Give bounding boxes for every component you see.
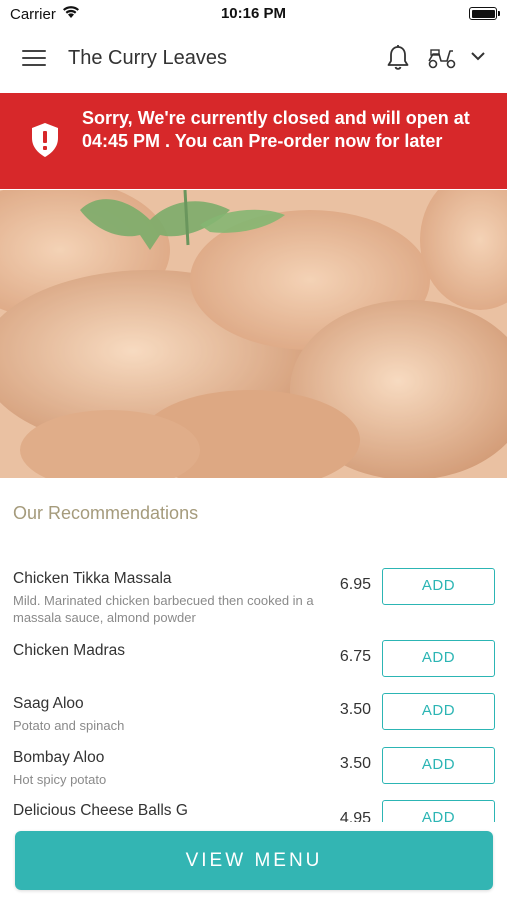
chevron-down-icon[interactable] bbox=[470, 50, 486, 62]
item-name: Bombay Aloo bbox=[13, 749, 105, 766]
item-description: Mild. Marinated chicken barbecued then c… bbox=[13, 593, 314, 625]
item-description: Potato and spinach bbox=[13, 718, 125, 733]
menu-icon[interactable] bbox=[22, 50, 46, 68]
restaurant-title: The Curry Leaves bbox=[68, 47, 227, 69]
hero-dish-image bbox=[0, 190, 507, 478]
item-price: 3.50 bbox=[339, 755, 371, 772]
battery-icon bbox=[469, 7, 500, 20]
add-button[interactable]: ADD bbox=[382, 693, 495, 730]
bell-icon[interactable] bbox=[386, 44, 410, 72]
item-price: 6.75 bbox=[339, 648, 371, 665]
recommendations-list: Chicken Tikka Massala Mild. Marinated ch… bbox=[0, 560, 507, 822]
item-name: Chicken Madras bbox=[13, 642, 125, 659]
item-price: 3.50 bbox=[339, 701, 371, 718]
item-price: 6.95 bbox=[339, 576, 371, 593]
recommendations-title: Our Recommendations bbox=[13, 503, 199, 523]
shield-alert-icon bbox=[32, 123, 58, 157]
item-name: Delicious Cheese Balls G bbox=[13, 802, 188, 819]
closed-message: Sorry, We're currently closed and will o… bbox=[82, 108, 470, 151]
item-description: Hot spicy potato bbox=[13, 772, 107, 787]
add-button[interactable]: ADD bbox=[382, 800, 495, 822]
status-bar: Carrier 10:16 PM bbox=[0, 0, 507, 28]
item-price: 4.95 bbox=[339, 810, 371, 822]
add-button[interactable]: ADD bbox=[382, 568, 495, 605]
item-name: Chicken Tikka Massala bbox=[13, 570, 172, 587]
app-header: The Curry Leaves bbox=[0, 28, 507, 92]
item-name: Saag Aloo bbox=[13, 695, 84, 712]
add-button[interactable]: ADD bbox=[382, 747, 495, 784]
scooter-icon[interactable] bbox=[427, 46, 457, 70]
view-menu-button[interactable]: VIEW MENU bbox=[15, 831, 493, 890]
status-time: 10:16 PM bbox=[220, 5, 287, 22]
add-button[interactable]: ADD bbox=[382, 640, 495, 677]
closed-banner: Sorry, We're currently closed and will o… bbox=[0, 93, 507, 189]
